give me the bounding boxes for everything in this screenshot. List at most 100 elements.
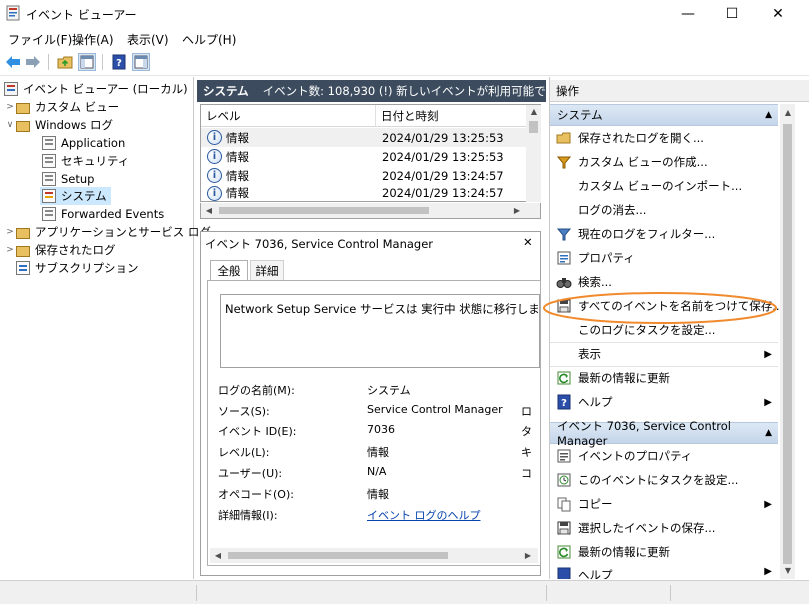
- close-button[interactable]: ✕: [755, 0, 801, 28]
- tab-details[interactable]: 詳細: [250, 260, 284, 280]
- tree-item-custom-views[interactable]: > カスタム ビュー: [4, 98, 119, 116]
- table-row[interactable]: i 情報 2024/01/29 13:24:57: [201, 166, 526, 185]
- menu-action[interactable]: 操作(A): [72, 31, 114, 48]
- chevron-right-icon[interactable]: >: [4, 102, 16, 112]
- detail-horizontal-scrollbar[interactable]: ◀ ▶: [210, 548, 538, 563]
- scroll-down-icon[interactable]: ▼: [780, 566, 796, 575]
- tree-item-setup[interactable]: Setup: [42, 170, 94, 188]
- action-create-custom-view[interactable]: カスタム ビューの作成...: [550, 151, 778, 173]
- log-icon: [42, 189, 56, 203]
- action-label: カスタム ビューの作成...: [578, 155, 708, 169]
- detail-title: イベント 7036, Service Control Manager: [205, 237, 434, 251]
- tree-item-application[interactable]: Application: [42, 134, 125, 152]
- column-header-datetime[interactable]: 日付と時刻: [376, 105, 526, 127]
- action-clear-log[interactable]: ログの消去...: [550, 199, 778, 221]
- action-label: ヘルプ: [578, 568, 613, 579]
- action-label: ログの消去...: [578, 203, 647, 217]
- list-vertical-scrollbar[interactable]: ▲: [526, 105, 541, 202]
- collapse-up-icon[interactable]: ▲: [765, 110, 772, 120]
- action-label: コピー: [578, 497, 613, 511]
- actions-vertical-scrollbar[interactable]: ▲ ▼: [780, 104, 795, 579]
- action-event-properties[interactable]: イベントのプロパティ: [550, 445, 778, 467]
- scroll-up-icon[interactable]: ▲: [526, 107, 542, 116]
- tree-item-label: カスタム ビュー: [35, 100, 120, 114]
- action-copy-submenu[interactable]: コピー ▶: [550, 493, 778, 515]
- tree-item-label: Setup: [61, 172, 95, 186]
- blank-icon: [556, 346, 572, 362]
- event-message[interactable]: Network Setup Service サービスは 実行中 状態に移行しまし…: [220, 294, 540, 368]
- tree-item-saved-logs[interactable]: > 保存されたログ: [4, 241, 115, 259]
- scroll-right-icon[interactable]: ▶: [520, 551, 536, 560]
- open-folder-button[interactable]: [56, 53, 74, 71]
- actions-section-system[interactable]: システム ▲: [550, 104, 778, 126]
- event-datetime: 2024/01/29 13:25:53: [382, 149, 504, 164]
- help-button[interactable]: ?: [110, 53, 128, 71]
- action-help-submenu[interactable]: ? ヘルプ ▶: [550, 391, 778, 413]
- action-attach-task-to-event[interactable]: このイベントにタスクを設定...: [550, 469, 778, 491]
- action-refresh[interactable]: 最新の情報に更新: [550, 367, 778, 389]
- tree-item-forwarded-events[interactable]: Forwarded Events: [42, 205, 164, 223]
- action-view-submenu[interactable]: 表示 ▶: [550, 343, 778, 365]
- action-filter-current-log[interactable]: 現在のログをフィルター...: [550, 223, 778, 245]
- chevron-right-icon[interactable]: >: [4, 245, 16, 255]
- collapse-up-icon[interactable]: ▲: [765, 428, 772, 438]
- action-refresh-event[interactable]: 最新の情報に更新: [550, 541, 778, 563]
- tab-general[interactable]: 全般: [210, 260, 248, 280]
- show-hide-tree-button[interactable]: [78, 53, 96, 71]
- chevron-down-icon[interactable]: ∨: [4, 120, 16, 130]
- window-title: イベント ビューアー: [26, 8, 137, 22]
- action-label: 表示: [578, 347, 601, 361]
- refresh-icon: [556, 370, 572, 386]
- properties-icon: [556, 250, 572, 266]
- action-label: 選択したイベントの保存...: [578, 521, 716, 535]
- action-save-selected-events[interactable]: 選択したイベントの保存...: [550, 517, 778, 539]
- back-button[interactable]: [4, 53, 22, 71]
- list-horizontal-scrollbar[interactable]: ◀ ▶: [200, 203, 541, 219]
- info-icon: i: [207, 149, 222, 164]
- menu-view[interactable]: 表示(V): [127, 31, 169, 48]
- tree-item-system[interactable]: システム: [40, 187, 111, 205]
- maximize-button[interactable]: ☐: [709, 0, 755, 28]
- scroll-left-icon[interactable]: ◀: [210, 551, 226, 560]
- tree-item-subscriptions[interactable]: サブスクリプション: [16, 259, 139, 277]
- scroll-up-icon[interactable]: ▲: [780, 108, 796, 117]
- action-open-saved-log[interactable]: 保存されたログを開く...: [550, 127, 778, 149]
- menu-file[interactable]: ファイル(F): [8, 31, 72, 48]
- show-hide-actions-button[interactable]: [132, 53, 150, 71]
- action-properties[interactable]: プロパティ: [550, 247, 778, 269]
- detail-close-icon[interactable]: ✕: [523, 235, 533, 249]
- folder-icon: [16, 245, 30, 257]
- table-row[interactable]: i 情報 2024/01/29 13:25:53: [201, 128, 526, 147]
- action-label: 検索...: [578, 275, 612, 289]
- tree-item-label: サブスクリプション: [35, 261, 139, 275]
- forward-button[interactable]: [24, 53, 42, 71]
- tree-item-security[interactable]: セキュリティ: [42, 152, 129, 170]
- save-disk-icon: [556, 520, 572, 536]
- tree-item-windows-logs[interactable]: ∨ Windows ログ: [4, 116, 113, 134]
- value-source: Service Control Manager: [367, 403, 503, 416]
- tree-item-app-service-logs[interactable]: > アプリケーションとサービス ログ: [4, 223, 211, 241]
- menu-help[interactable]: ヘルプ(H): [182, 31, 236, 48]
- action-label: このイベントにタスクを設定...: [578, 473, 739, 487]
- column-header-level[interactable]: レベル: [201, 105, 376, 127]
- table-row[interactable]: i 情報 2024/01/29 13:25:53: [201, 147, 526, 166]
- value-level: 情報: [367, 446, 389, 459]
- actions-section-event[interactable]: イベント 7036, Service Control Manager ▲: [550, 419, 778, 448]
- action-import-custom-view[interactable]: カスタム ビューのインポート...: [550, 175, 778, 197]
- tree-root[interactable]: イベント ビューアー (ローカル): [4, 80, 188, 98]
- filter-create-icon: [556, 154, 572, 170]
- chevron-right-icon[interactable]: >: [4, 227, 16, 237]
- label-log-name: ログの名前(M):: [218, 384, 295, 397]
- log-header: システム イベント数: 108,930 (!) 新しいイベントが利用可能です: [197, 80, 546, 102]
- actions-pane: 操作 システム ▲ 保存されたログを開く... カスタム ビューの作成... カ…: [543, 77, 809, 579]
- menu-bar: ファイル(F) 操作(A) 表示(V) ヘルプ(H): [0, 28, 809, 48]
- minimize-button[interactable]: —: [665, 0, 711, 28]
- event-log-help-link[interactable]: イベント ログのヘルプ: [367, 507, 481, 523]
- action-help-event-submenu[interactable]: ヘルプ ▶: [550, 565, 778, 579]
- table-row[interactable]: i 情報 2024/01/29 13:24:57: [201, 185, 526, 201]
- action-label: 保存されたログを開く...: [578, 131, 704, 145]
- blank-icon: [556, 178, 572, 194]
- scroll-right-icon[interactable]: ▶: [509, 206, 525, 215]
- scroll-left-icon[interactable]: ◀: [201, 206, 217, 215]
- action-label: プロパティ: [578, 251, 635, 265]
